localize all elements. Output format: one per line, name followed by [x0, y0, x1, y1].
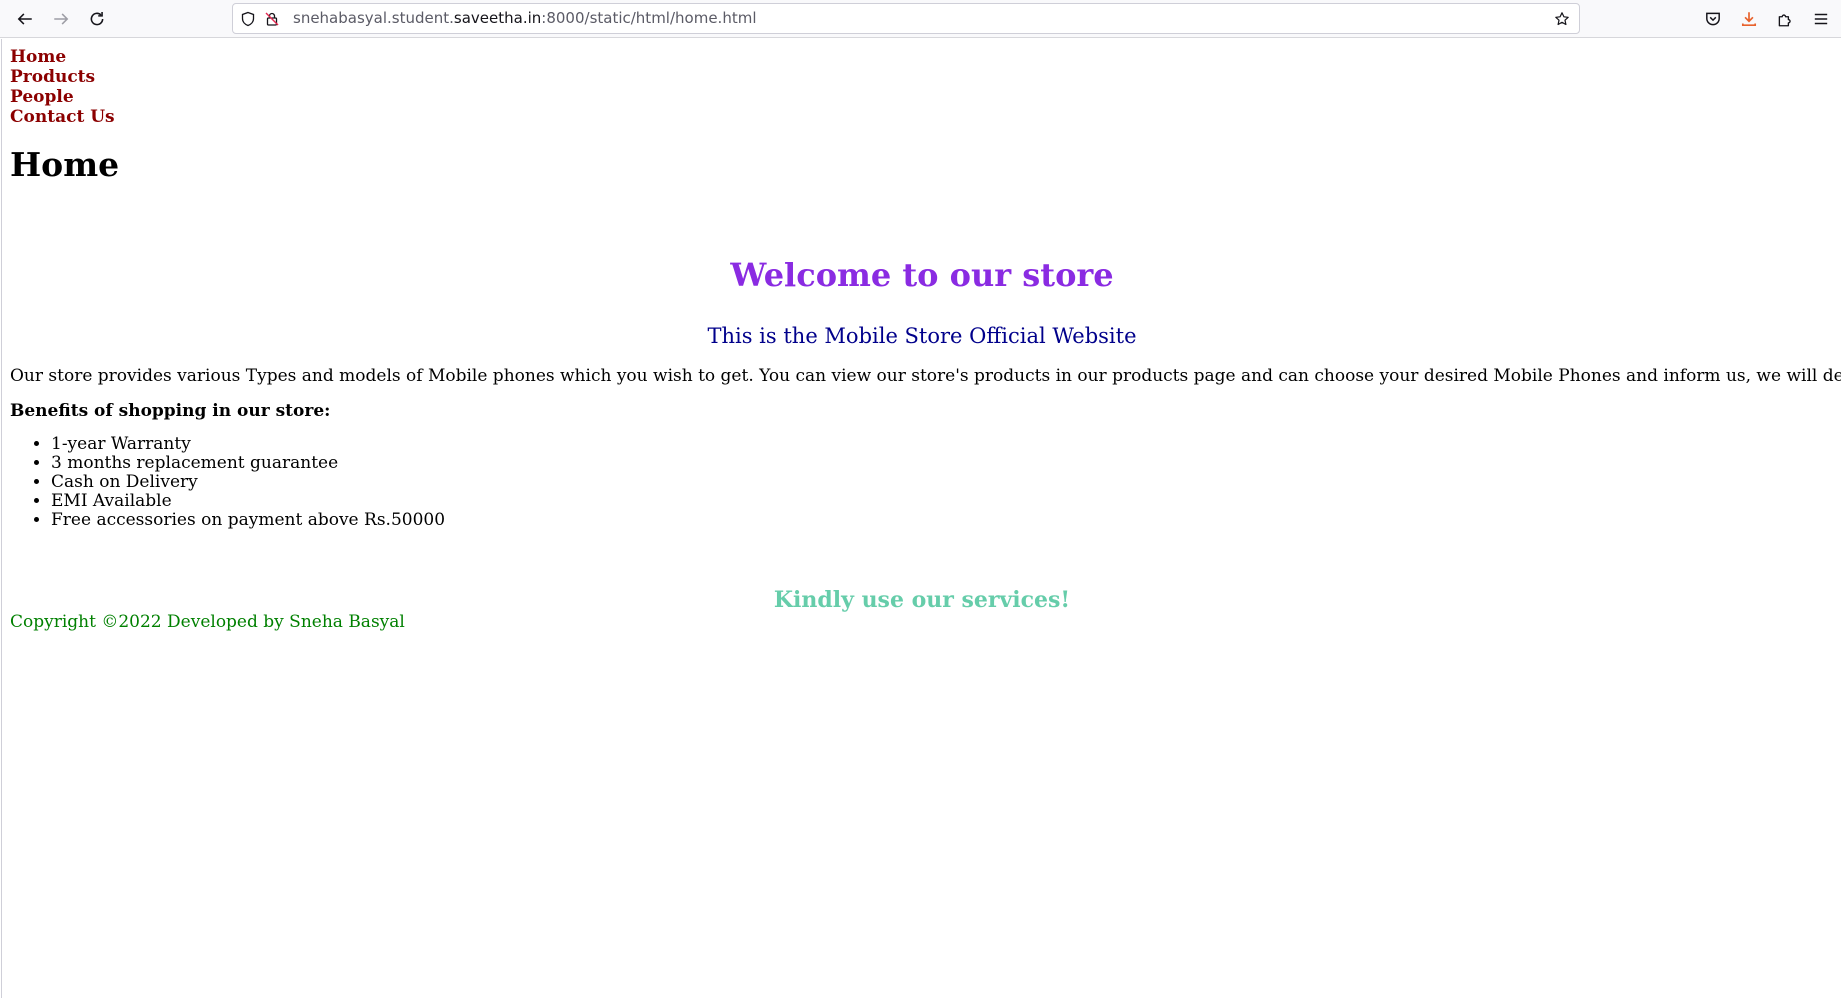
nav-link-products[interactable]: Products: [10, 67, 115, 87]
pocket-icon[interactable]: [1700, 6, 1726, 32]
forward-arrow-icon[interactable]: [48, 6, 74, 32]
benefit-item: Cash on Delivery: [51, 473, 445, 492]
nav-link-contact-us[interactable]: Contact Us: [10, 107, 115, 127]
site-nav: Home Products People Contact Us: [10, 47, 115, 127]
benefit-item: 3 months replacement guarantee: [51, 454, 445, 473]
insecure-lock-icon[interactable]: [263, 10, 281, 28]
shield-icon[interactable]: [239, 10, 257, 28]
url-path: :8000/static/html/home.html: [541, 9, 757, 27]
reload-icon[interactable]: [84, 6, 110, 32]
intro-paragraph: Our store provides various Types and mod…: [10, 366, 1841, 386]
hamburger-menu-icon[interactable]: [1808, 6, 1834, 32]
browser-toolbar: snehabasyal.student.saveetha.in:8000/sta…: [0, 0, 1841, 38]
extensions-icon[interactable]: [1772, 6, 1798, 32]
back-arrow-icon[interactable]: [12, 6, 38, 32]
url-bar[interactable]: snehabasyal.student.saveetha.in:8000/sta…: [232, 3, 1580, 34]
nav-link-home[interactable]: Home: [10, 47, 115, 67]
copyright-footer: Copyright ©2022 Developed by Sneha Basya…: [10, 612, 405, 632]
benefit-item: EMI Available: [51, 492, 445, 511]
page-content: Home Products People Contact Us Home Wel…: [1, 39, 1841, 998]
closing-message: Kindly use our services!: [773, 587, 1071, 613]
welcome-heading: Welcome to our store: [730, 256, 1114, 294]
benefits-heading: Benefits of shopping in our store:: [10, 401, 331, 421]
benefit-item: Free accessories on payment above Rs.500…: [51, 511, 445, 530]
benefit-item: 1-year Warranty: [51, 435, 445, 454]
url-text[interactable]: snehabasyal.student.saveetha.in:8000/sta…: [293, 4, 756, 33]
star-icon[interactable]: [1553, 10, 1571, 28]
url-prefix: snehabasyal.student.: [293, 9, 454, 27]
page-title: Home: [10, 145, 120, 184]
url-domain: saveetha.in: [453, 9, 542, 27]
benefits-list: 1-year Warranty 3 months replacement gua…: [10, 435, 445, 530]
nav-link-people[interactable]: People: [10, 87, 115, 107]
subtitle: This is the Mobile Store Official Websit…: [707, 324, 1137, 348]
download-icon[interactable]: [1736, 6, 1762, 32]
